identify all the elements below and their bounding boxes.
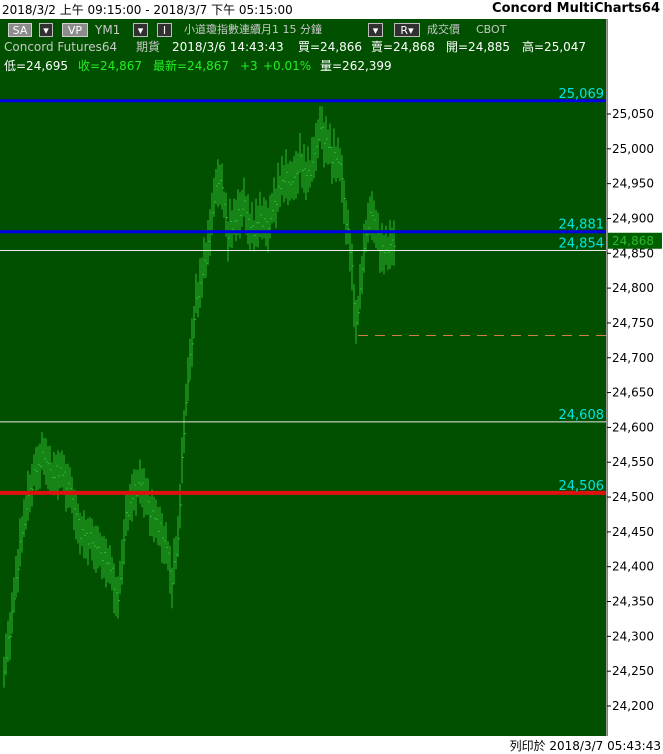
price-axis-scale: 25,05025,00024,95024,90024,85024,80024,7… <box>607 19 662 736</box>
level-label: 24,854 <box>559 237 605 252</box>
axis-tick-label: 24,250 <box>612 664 654 678</box>
title-bar: 2018/3/2 上午 09:15:00 - 2018/3/7 下午 05:15… <box>0 0 663 19</box>
price-axis[interactable]: 25,050 25,000 24,950 24,900 24,850 24,800 24,7… <box>607 19 663 736</box>
symbol-description: 小道瓊指數連續月1 15 分鐘 <box>184 23 322 36</box>
axis-tick-label: 24,750 <box>612 316 654 330</box>
chart-plot[interactable]: 25,069 24,881 24,854 24,608 24,506 SA ▾ VP Y… <box>0 19 607 736</box>
axis-tick-label: 24,200 <box>612 699 654 713</box>
axis-tick-label: 24,650 <box>612 386 654 400</box>
sa-button[interactable]: SA <box>8 23 32 37</box>
axis-tick-label: 24,300 <box>612 629 654 643</box>
close-price: 收=24,867 <box>78 59 143 73</box>
interval-button[interactable]: I <box>157 23 172 37</box>
axis-tick-label: 24,900 <box>612 211 654 225</box>
open-price: 開=24,885 <box>446 40 511 54</box>
axis-tick-label: 24,350 <box>612 595 654 609</box>
data-source: Concord Futures64 <box>4 40 118 54</box>
axis-tick-label: 24,400 <box>612 560 654 574</box>
r-dropdown-icon: ▾ <box>408 24 414 37</box>
volume: 量=262,399 <box>320 59 392 73</box>
low-price: 低=24,695 <box>4 59 69 73</box>
sa-dropdown-icon[interactable]: ▾ <box>39 23 53 37</box>
axis-tick-label: 24,700 <box>612 351 654 365</box>
axis-tick-label: 24,800 <box>612 281 654 295</box>
quote-type: 成交價 <box>427 23 460 36</box>
footer: 列印於 2018/3/7 05:43:43 <box>0 736 663 754</box>
axis-tick-label: 24,500 <box>612 490 654 504</box>
axis-tick-label: 25,050 <box>612 107 654 121</box>
symbol-dropdown-icon[interactable]: ▾ <box>133 23 148 37</box>
r-button[interactable]: R▾ <box>394 23 420 37</box>
high-price: 高=25,047 <box>522 40 587 54</box>
date-range: 2018/3/2 上午 09:15:00 - 2018/3/7 下午 05:15… <box>2 3 293 17</box>
level-label: 25,069 <box>559 87 605 102</box>
axis-tick-label: 24,550 <box>612 455 654 469</box>
current-price-label: 24,868 <box>612 234 654 248</box>
app-title: Concord MultiCharts64 <box>492 1 660 16</box>
level-label: 24,881 <box>559 218 605 233</box>
exchange-label: CBOT <box>476 23 507 36</box>
printed-timestamp: 列印於 2018/3/7 05:43:43 <box>509 739 661 753</box>
price-chart[interactable]: 25,069 24,881 24,854 24,608 24,506 <box>0 19 606 736</box>
price-bars <box>3 106 396 688</box>
price-change-pct: +0.01% <box>263 59 312 73</box>
vp-button[interactable]: VP <box>62 23 88 37</box>
bid-price: 買=24,866 <box>298 40 363 54</box>
level-label: 24,608 <box>559 408 605 423</box>
ask-price: 賣=24,868 <box>371 40 436 54</box>
symbol-label: YM1 <box>95 23 121 37</box>
axis-tick-label: 25,000 <box>612 142 654 156</box>
quote-dropdown-icon[interactable]: ▾ <box>368 23 383 37</box>
quote-datetime: 2018/3/6 14:43:43 <box>172 40 284 54</box>
last-price: 最新=24,867 <box>153 59 230 73</box>
axis-tick-label: 24,450 <box>612 525 654 539</box>
price-change: +3 <box>240 59 258 73</box>
axis-tick-label: 24,950 <box>612 177 654 191</box>
level-label: 24,506 <box>559 479 605 494</box>
r-label: R <box>400 24 409 37</box>
axis-tick-label: 24,600 <box>612 420 654 434</box>
category-label: 期貨 <box>136 40 161 54</box>
